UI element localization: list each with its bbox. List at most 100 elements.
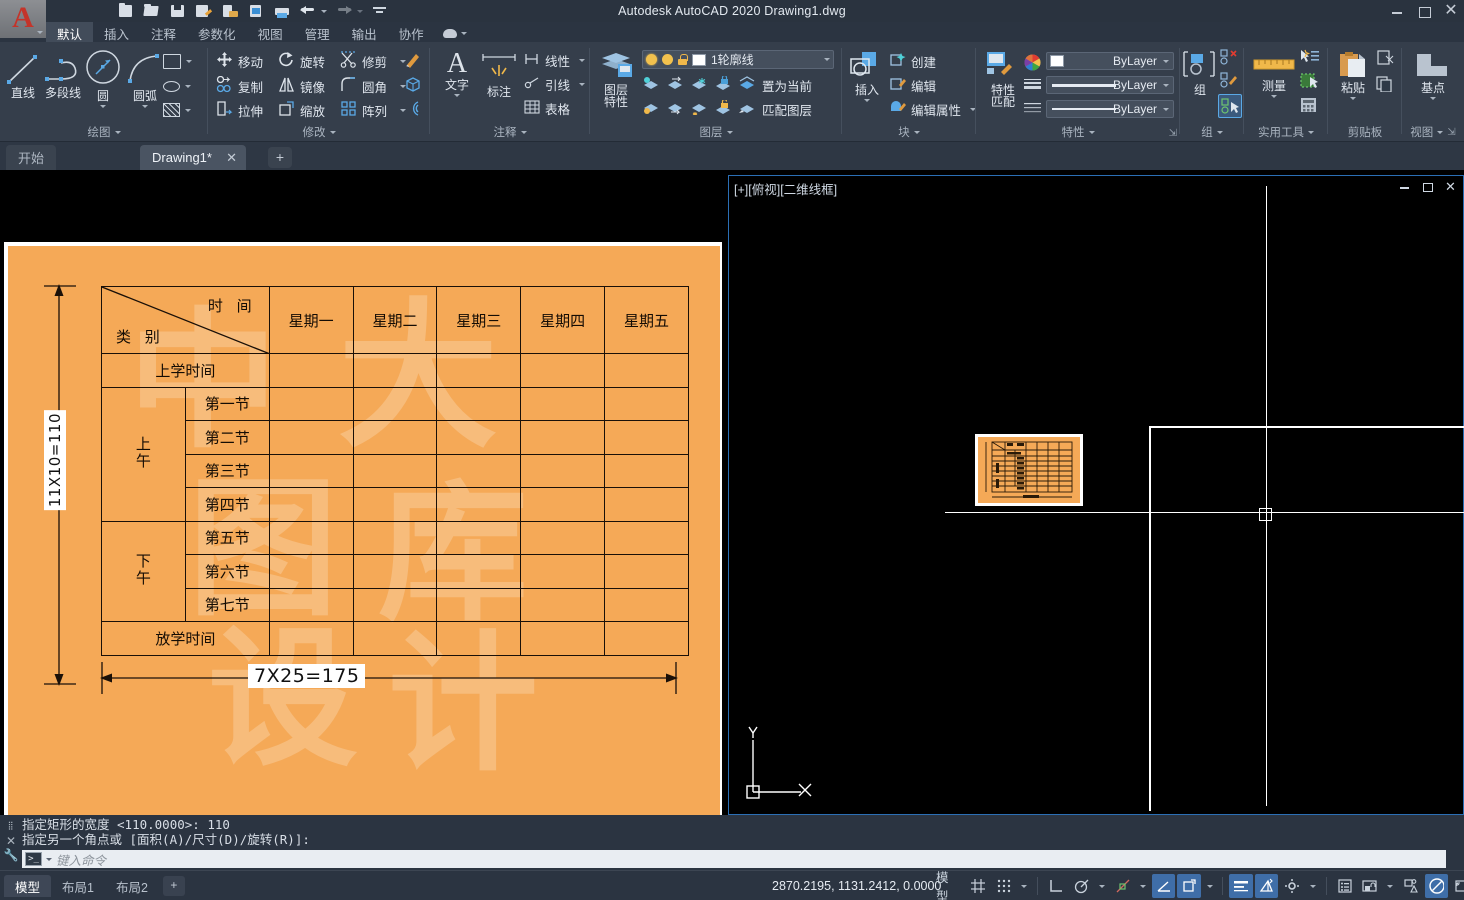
settings-wrench-icon[interactable]: 🔧	[2, 848, 20, 862]
cell[interactable]	[352, 520, 438, 555]
layer-selector[interactable]: 1轮廓线	[642, 50, 834, 69]
layer-color-swatch[interactable]	[692, 53, 706, 66]
cell[interactable]	[352, 353, 438, 388]
chevron-down-icon[interactable]	[579, 82, 586, 86]
group-edit-icon[interactable]	[1220, 72, 1238, 91]
dimension-button[interactable]: 标注	[478, 52, 520, 99]
cell[interactable]	[436, 353, 522, 388]
hardware-acceleration-icon[interactable]	[1424, 874, 1449, 898]
chevron-down-icon[interactable]	[1163, 107, 1169, 111]
layer-on-icon[interactable]	[646, 54, 657, 65]
cell[interactable]	[604, 453, 689, 488]
cell[interactable]	[268, 420, 354, 455]
panel-view-title[interactable]: 视图 ⇲	[1402, 124, 1464, 140]
schedule-table[interactable]: 时 间 类 别 星期一 星期二 星期三 星期四 星期五 上学时间 上 午 第一节…	[101, 286, 689, 656]
open-icon[interactable]	[144, 3, 161, 19]
cell[interactable]	[520, 520, 606, 555]
polar-dropdown-icon[interactable]	[1095, 874, 1109, 898]
offset-button[interactable]	[404, 99, 421, 121]
panel-draw-title[interactable]: 绘图	[0, 124, 208, 140]
coordinates-display[interactable]: 2870.2195, 1131.2412, 0.0000	[764, 876, 949, 896]
cell[interactable]	[268, 554, 354, 589]
lineweight-display-icon[interactable]	[1229, 874, 1253, 898]
measure-button[interactable]: 测量	[1250, 54, 1298, 98]
layer-freeze-icon[interactable]	[662, 54, 673, 65]
cell[interactable]	[604, 587, 689, 622]
arc-button[interactable]: 圆弧	[124, 48, 166, 108]
cell[interactable]	[352, 453, 438, 488]
close-icon[interactable]: ✕	[2, 834, 20, 848]
paper-sheet[interactable]: 中 大 图 库 设 计 11X10=110 7X25=175 时 间 类 别 星…	[4, 242, 722, 900]
ribbon-tab-parametric[interactable]: 参数化	[187, 22, 247, 44]
chevron-down-icon[interactable]	[913, 130, 920, 134]
cell[interactable]	[352, 587, 438, 622]
panel-properties-dialog-launcher[interactable]: ⇲	[1169, 128, 1177, 139]
erase-button[interactable]	[404, 50, 421, 72]
line-button[interactable]: 直线	[2, 52, 44, 100]
ellipse-button[interactable]	[163, 75, 191, 97]
application-menu-button[interactable]: A	[0, 0, 46, 38]
set-current-icon[interactable]	[738, 76, 755, 94]
customize-qat-icon[interactable]	[372, 3, 389, 19]
layer-isolate-icon[interactable]	[642, 76, 659, 94]
leader-button[interactable]: 引线	[524, 73, 586, 95]
chevron-down-icon[interactable]	[37, 31, 43, 34]
cycling-dropdown-icon[interactable]	[1306, 874, 1320, 898]
cell[interactable]	[352, 420, 438, 455]
trim-button[interactable]: 修剪	[340, 50, 407, 72]
workspace-cloud-button[interactable]	[435, 22, 475, 44]
chevron-down-icon[interactable]	[185, 84, 191, 88]
cell[interactable]	[604, 353, 689, 388]
web-save-icon[interactable]	[248, 3, 265, 19]
cell[interactable]	[604, 554, 689, 589]
layout-tab-layout1[interactable]: 布局1	[51, 875, 105, 897]
cell[interactable]	[436, 453, 522, 488]
hatch-button[interactable]	[163, 99, 191, 121]
panel-annotation-title[interactable]: 注释	[430, 124, 590, 140]
edit-attribute-button[interactable]: 编辑属性	[890, 98, 977, 120]
cell[interactable]	[436, 520, 522, 555]
match-layer-icon[interactable]	[738, 100, 755, 118]
cell[interactable]	[604, 520, 689, 555]
rectangle-button[interactable]	[163, 50, 192, 72]
model-space-label[interactable]: 模型	[932, 871, 964, 900]
floating-viewport[interactable]: [+][俯视][二维线框] ✕	[728, 175, 1464, 815]
cell[interactable]	[268, 621, 354, 656]
create-block-button[interactable]: 创建	[890, 50, 936, 72]
transparency-display-icon[interactable]	[1254, 874, 1279, 898]
mini-drawing-preview[interactable]	[975, 434, 1083, 506]
polar-tracking-icon[interactable]	[1069, 874, 1092, 898]
chevron-down-icon[interactable]	[1163, 59, 1169, 63]
viewport-restore-button[interactable]	[1421, 180, 1434, 193]
viewport-minimize-button[interactable]	[1398, 180, 1411, 193]
table-button[interactable]: 表格	[524, 97, 570, 119]
selection-cycling-icon[interactable]	[1280, 874, 1303, 898]
polyline-button[interactable]: 多段线	[42, 52, 84, 100]
cell[interactable]	[436, 386, 522, 421]
color-selector[interactable]: ByLayer	[1046, 52, 1174, 70]
layout-tab-model[interactable]: 模型	[4, 875, 52, 897]
viewport-close-button[interactable]: ✕	[1444, 180, 1457, 193]
command-input[interactable]: 键入命令	[56, 850, 106, 869]
move-button[interactable]: 移动	[216, 50, 263, 72]
cell[interactable]	[520, 353, 606, 388]
file-tab-start[interactable]: 开始	[6, 145, 57, 170]
chevron-down-icon[interactable]	[329, 130, 336, 134]
copy-button[interactable]: 复制	[216, 75, 263, 97]
saveas-icon[interactable]	[196, 3, 213, 19]
chevron-down-icon[interactable]	[824, 58, 830, 61]
match-properties-button[interactable]: 特性 匹配	[982, 50, 1024, 109]
cell[interactable]	[436, 420, 522, 455]
undo-icon[interactable]	[300, 4, 316, 18]
ribbon-tab-insert[interactable]: 插入	[93, 22, 140, 44]
stretch-button[interactable]: 拉伸	[216, 99, 263, 121]
new-tab-button[interactable]: +	[268, 147, 292, 168]
close-icon[interactable]: ✕	[226, 150, 237, 166]
cell[interactable]	[436, 487, 522, 522]
panel-utilities-title[interactable]: 实用工具	[1244, 124, 1328, 140]
cell[interactable]	[268, 353, 354, 388]
cell[interactable]	[604, 420, 689, 455]
chevron-down-icon[interactable]	[142, 105, 148, 108]
quick-select-icon[interactable]	[1300, 49, 1320, 68]
fillet-button[interactable]: 圆角	[340, 75, 407, 97]
